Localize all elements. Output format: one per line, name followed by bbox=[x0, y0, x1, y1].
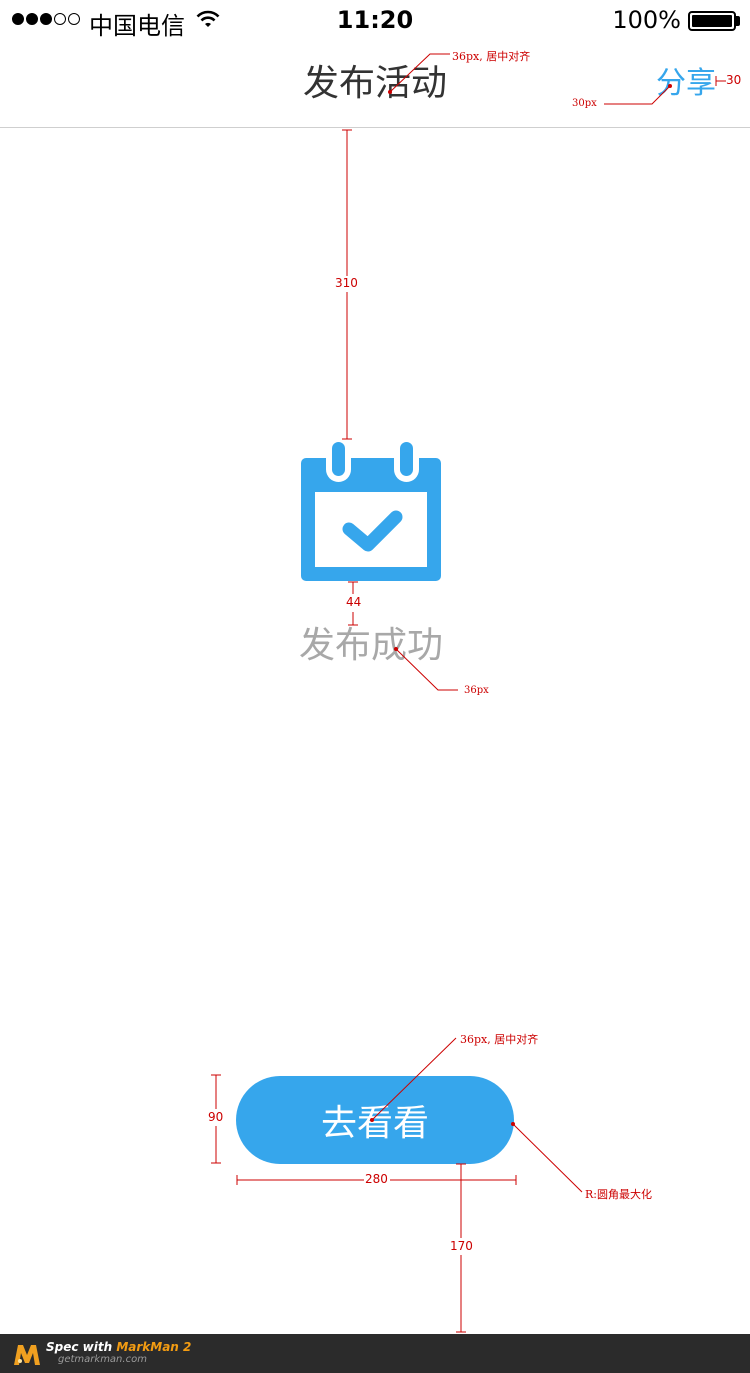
button-radius-annotation: R:圆角最大化 bbox=[585, 1188, 652, 1201]
bottom-spacing-annotation: 170 bbox=[450, 1239, 473, 1253]
share-margin-annotation: 30 bbox=[726, 73, 742, 87]
branding-url: getmarkman.com bbox=[58, 1354, 147, 1365]
button-height-annotation: 90 bbox=[208, 1110, 224, 1124]
branding-prefix: Spec with bbox=[46, 1340, 113, 1354]
battery-icon bbox=[688, 11, 736, 31]
branding-product: MarkMan 2 bbox=[116, 1340, 192, 1354]
success-message: 发布成功 bbox=[298, 625, 443, 666]
battery-percent: 100% bbox=[612, 6, 681, 34]
top-spacing-annotation: 310 bbox=[335, 276, 358, 290]
button-width-annotation: 280 bbox=[365, 1172, 388, 1186]
icon-gap-annotation: 44 bbox=[346, 595, 362, 609]
share-button[interactable]: 分享 bbox=[656, 64, 716, 104]
markman-branding-bar: Spec with MarkMan 2 getmarkman.com bbox=[0, 1334, 750, 1373]
status-bar: 中国电信 11:20 100% bbox=[0, 0, 750, 40]
button-spec-annotation: 36px, 居中对齐 bbox=[460, 1033, 539, 1046]
navigation-bar: 发布活动 分享 bbox=[0, 40, 750, 128]
battery-cap bbox=[736, 16, 740, 26]
branding-title: Spec with MarkMan 2 bbox=[46, 1340, 191, 1354]
battery-level bbox=[692, 15, 732, 27]
share-size-annotation: 30px bbox=[572, 98, 597, 109]
page-title: 发布活动 bbox=[302, 63, 447, 104]
title-spec-annotation: 36px, 居中对齐 bbox=[452, 50, 531, 63]
markman-logo-icon bbox=[14, 1345, 40, 1365]
spec-annotation-lines bbox=[211, 53, 726, 1333]
calendar-check-icon bbox=[301, 440, 441, 581]
message-size-annotation: 36px bbox=[464, 685, 489, 696]
view-button[interactable]: 去看看 bbox=[236, 1076, 514, 1164]
